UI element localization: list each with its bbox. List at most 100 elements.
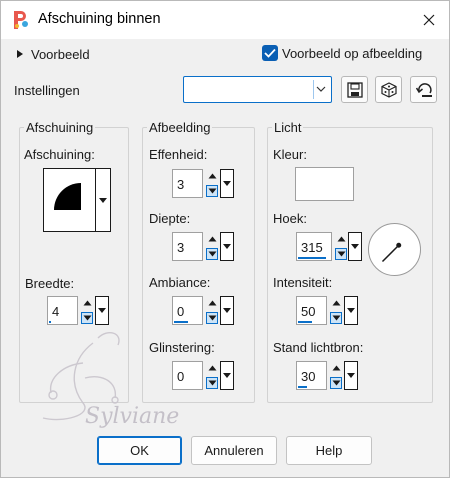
close-icon (423, 14, 435, 26)
chevron-down-icon (316, 86, 326, 92)
ok-button[interactable]: OK (97, 436, 182, 465)
ambience-input[interactable]: 0 (172, 296, 203, 325)
shininess-slider-dropdown[interactable] (220, 361, 234, 390)
settings-label: Instellingen (14, 83, 80, 98)
angle-increment-button[interactable] (334, 232, 349, 246)
depth-value: 3 (177, 240, 185, 255)
smoothness-slider-dropdown[interactable] (220, 169, 234, 198)
depth-spinner[interactable]: 3 (172, 232, 236, 261)
intensity-slider-dropdown[interactable] (344, 296, 358, 325)
smoothness-value: 3 (177, 177, 185, 192)
shininess-increment-button[interactable] (205, 361, 220, 375)
ambience-decrement-button[interactable] (205, 311, 220, 325)
arrow-up-icon (332, 365, 341, 371)
depth-label: Diepte: (149, 211, 191, 226)
checkbox-checked-icon (262, 45, 278, 61)
intensity-decrement-button[interactable] (329, 311, 344, 325)
elevation-slider-fill (298, 386, 307, 388)
depth-slider-dropdown[interactable] (220, 232, 234, 261)
bevel-shape-dropdown[interactable] (96, 168, 111, 232)
intensity-value: 50 (301, 304, 316, 319)
random-dice-icon (381, 82, 397, 98)
depth-input[interactable]: 3 (172, 232, 203, 261)
intensity-input[interactable]: 50 (296, 296, 327, 325)
smoothness-increment-button[interactable] (205, 169, 220, 183)
arrow-down-icon (332, 380, 341, 386)
window-title: Afschuining binnen (38, 11, 161, 27)
elevation-value: 30 (301, 369, 316, 384)
angle-decrement-button[interactable] (334, 247, 349, 261)
width-value: 4 (52, 304, 60, 319)
close-button[interactable] (415, 6, 443, 34)
angle-spinner[interactable]: 315 (296, 232, 362, 261)
arrow-down-icon (337, 251, 346, 257)
watermark-text: Sylviane (85, 404, 179, 429)
bevel-shape-icon (54, 183, 81, 210)
width-increment-button[interactable] (80, 296, 95, 310)
cancel-button[interactable]: Annuleren (191, 436, 277, 465)
width-input[interactable]: 4 (47, 296, 78, 325)
angle-slider-dropdown[interactable] (348, 232, 362, 261)
depth-decrement-button[interactable] (205, 247, 220, 261)
preview-expander-label: Voorbeeld (31, 47, 90, 62)
ambience-value: 0 (177, 304, 185, 319)
width-label: Breedte: (25, 276, 75, 291)
app-logo-icon (14, 11, 28, 29)
ambience-increment-button[interactable] (205, 296, 220, 310)
reset-button[interactable] (410, 76, 437, 103)
triangle-down-icon (347, 308, 355, 313)
elevation-slider-dropdown[interactable] (344, 361, 358, 390)
bevel-group-title: Afschuining (24, 120, 96, 135)
elevation-decrement-button[interactable] (329, 376, 344, 390)
ambience-slider-dropdown[interactable] (220, 296, 234, 325)
width-slider-dropdown[interactable] (95, 296, 109, 325)
triangle-right-icon (17, 50, 23, 58)
triangle-down-icon (223, 373, 231, 378)
intensity-increment-button[interactable] (329, 296, 344, 310)
ambience-spinner[interactable]: 0 (172, 296, 236, 325)
preview-on-image-label: Voorbeeld op afbeelding (282, 46, 423, 61)
arrow-up-icon (208, 236, 217, 242)
arrow-up-icon (337, 236, 346, 242)
arrow-down-icon (208, 251, 217, 257)
help-button[interactable]: Help (286, 436, 372, 465)
save-icon (347, 82, 363, 98)
angle-input[interactable]: 315 (296, 232, 332, 261)
save-preset-button[interactable] (341, 76, 368, 103)
angle-dial[interactable] (367, 222, 422, 277)
title-bar: Afschuining binnen (1, 1, 449, 39)
arrow-down-icon (208, 188, 217, 194)
intensity-spinner[interactable]: 50 (296, 296, 360, 325)
arrow-down-icon (332, 315, 341, 321)
triangle-down-icon (223, 244, 231, 249)
triangle-down-icon (223, 181, 231, 186)
smoothness-spinner[interactable]: 3 (172, 169, 236, 198)
elevation-input[interactable]: 30 (296, 361, 327, 390)
randomize-button[interactable] (375, 76, 402, 103)
dialog-window: Afschuining binnen Voorbeeld Voorbeeld o… (0, 0, 450, 478)
width-spinner[interactable]: 4 (47, 296, 111, 325)
arrow-up-icon (208, 365, 217, 371)
triangle-down-icon (99, 198, 107, 203)
smoothness-label: Effenheid: (149, 147, 208, 162)
elevation-increment-button[interactable] (329, 361, 344, 375)
angle-label: Hoek: (273, 211, 307, 226)
intensity-slider-fill (298, 321, 312, 323)
light-color-swatch[interactable] (295, 167, 354, 201)
watermark: Sylviane (42, 331, 179, 429)
smoothness-decrement-button[interactable] (205, 184, 220, 198)
elevation-spinner[interactable]: 30 (296, 361, 360, 390)
arrow-up-icon (332, 300, 341, 306)
depth-increment-button[interactable] (205, 232, 220, 246)
shininess-decrement-button[interactable] (205, 376, 220, 390)
preset-dropdown-separator (313, 80, 314, 99)
bevel-shape-label: Afschuining: (24, 147, 95, 162)
light-group-title: Licht (272, 120, 304, 135)
elevation-label: Stand lichtbron: (273, 340, 364, 355)
smoothness-input[interactable]: 3 (172, 169, 203, 198)
bevel-shape-preview[interactable] (43, 168, 96, 232)
preset-dropdown[interactable] (183, 76, 332, 103)
angle-slider-fill (298, 257, 326, 259)
arrow-down-icon (208, 315, 217, 321)
arrow-down-icon (208, 380, 217, 386)
